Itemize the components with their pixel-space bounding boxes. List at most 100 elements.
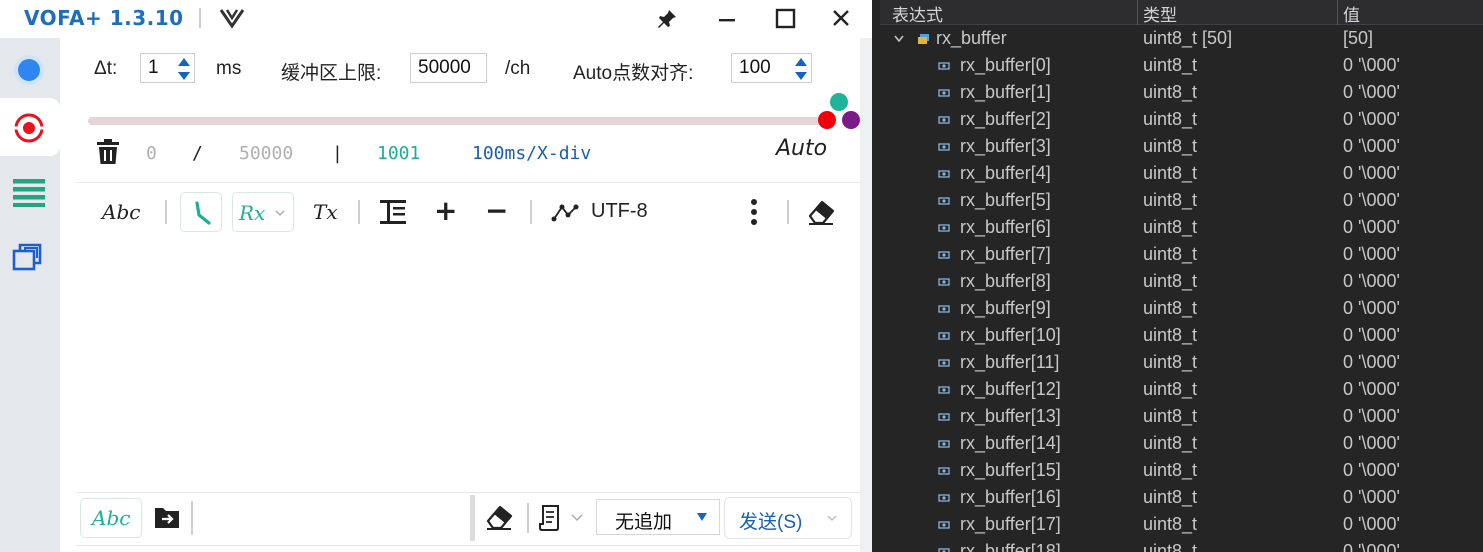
- column-value[interactable]: 值: [1343, 1, 1360, 26]
- count-slash: /: [192, 143, 203, 164]
- channel-dot-red[interactable]: [818, 111, 836, 129]
- watch-row[interactable]: rx_buffer[11] uint8_t 0 '\000': [880, 350, 1483, 377]
- watch-row-value: 0 '\000': [1343, 325, 1400, 345]
- watch-row-value: 0 '\000': [1343, 244, 1400, 264]
- zoom-in-button[interactable]: +: [434, 194, 457, 227]
- watch-row[interactable]: rx_buffer[8] uint8_t 0 '\000': [880, 269, 1483, 296]
- tx-toggle[interactable]: Tx: [313, 200, 338, 224]
- send-bar-separator: [527, 503, 529, 533]
- variable-field-icon: [938, 278, 950, 286]
- expand-chevron-icon[interactable]: [894, 35, 904, 43]
- watch-row-type: uint8_t: [1143, 136, 1198, 156]
- watch-row-value: 0 '\000': [1343, 55, 1400, 75]
- watch-row[interactable]: rx_buffer[3] uint8_t 0 '\000': [880, 134, 1483, 161]
- sidebar-item-connection[interactable]: [0, 40, 60, 98]
- app-title: VOFA+ 1.3.10: [24, 6, 184, 30]
- watch-row-name: rx_buffer[16]: [960, 487, 1061, 507]
- rx-toggle[interactable]: Rx: [232, 192, 294, 232]
- watch-row-type: uint8_t: [1143, 460, 1198, 480]
- watch-row[interactable]: rx_buffer[12] uint8_t 0 '\000': [880, 377, 1483, 404]
- encoding-icon[interactable]: [551, 200, 579, 224]
- sidebar-item-protocol[interactable]: [0, 98, 60, 156]
- send-bar-divider: [76, 492, 860, 493]
- more-vertical-icon[interactable]: [748, 197, 760, 227]
- watch-row-value: 0 '\000': [1343, 379, 1400, 399]
- auto-align-spinbox[interactable]: 100: [731, 53, 812, 83]
- zoom-out-button[interactable]: −: [485, 194, 508, 227]
- watch-parent-name: rx_buffer: [936, 28, 1007, 48]
- send-text-input[interactable]: [195, 498, 469, 542]
- buffer-unit: /ch: [505, 58, 531, 79]
- watch-row[interactable]: rx_buffer[0] uint8_t 0 '\000': [880, 53, 1483, 80]
- watch-row[interactable]: rx_buffer[15] uint8_t 0 '\000': [880, 458, 1483, 485]
- timestamp-toggle[interactable]: [180, 192, 222, 232]
- watch-row-name: rx_buffer[2]: [960, 109, 1051, 129]
- points-count[interactable]: 1001: [377, 143, 420, 164]
- vofa-window: VOFA+ 1.3.10 Δt: 1 ms 缓冲区上限: 50000 /ch A…: [0, 0, 872, 552]
- encoding-select[interactable]: UTF-8: [591, 200, 648, 223]
- column-expression[interactable]: 表达式: [892, 1, 943, 26]
- clear-send-eraser-icon[interactable]: [484, 503, 514, 531]
- watch-row[interactable]: rx_buffer[4] uint8_t 0 '\000': [880, 161, 1483, 188]
- watch-row[interactable]: rx_buffer[14] uint8_t 0 '\000': [880, 431, 1483, 458]
- watch-row-name: rx_buffer[13]: [960, 406, 1061, 426]
- column-separator[interactable]: [1137, 0, 1138, 25]
- watch-row-name: rx_buffer[15]: [960, 460, 1061, 480]
- send-format-toggle[interactable]: Abc: [80, 498, 142, 538]
- spin-arrows-icon[interactable]: [177, 56, 191, 82]
- toolbar-separator: [530, 200, 532, 224]
- close-icon[interactable]: [826, 5, 856, 33]
- append-mode-select[interactable]: 无追加: [596, 499, 720, 535]
- watch-row[interactable]: rx_buffer[1] uint8_t 0 '\000': [880, 80, 1483, 107]
- watch-row-name: rx_buffer[5]: [960, 190, 1051, 210]
- watch-row[interactable]: rx_buffer[13] uint8_t 0 '\000': [880, 404, 1483, 431]
- sidebar-item-controls[interactable]: [0, 162, 60, 220]
- sidebar: [0, 38, 60, 552]
- watch-row[interactable]: rx_buffer[6] uint8_t 0 '\000': [880, 215, 1483, 242]
- watch-row[interactable]: rx_buffer[17] uint8_t 0 '\000': [880, 512, 1483, 539]
- auto-button[interactable]: Auto: [776, 136, 827, 161]
- watch-row-type: uint8_t: [1143, 271, 1198, 291]
- watch-row-type: uint8_t: [1143, 379, 1198, 399]
- watch-row-name: rx_buffer[7]: [960, 244, 1051, 264]
- timebase-label[interactable]: 100ms/X-div: [472, 143, 591, 164]
- watch-row-parent[interactable]: rx_buffer uint8_t [50] [50]: [880, 26, 1483, 53]
- variable-struct-icon: [918, 34, 929, 44]
- channel-dot-teal[interactable]: [830, 93, 848, 111]
- variable-field-icon: [938, 467, 950, 475]
- watch-row-name: rx_buffer[8]: [960, 271, 1051, 291]
- send-button[interactable]: 发送(S): [724, 497, 852, 539]
- watch-row[interactable]: rx_buffer[9] uint8_t 0 '\000': [880, 296, 1483, 323]
- pin-icon[interactable]: [652, 5, 682, 33]
- maximize-icon[interactable]: [770, 5, 800, 33]
- column-separator[interactable]: [1337, 0, 1338, 25]
- watch-row-value: 0 '\000': [1343, 271, 1400, 291]
- abc-display-button[interactable]: Abc: [102, 200, 140, 224]
- toolbar-separator: [165, 200, 167, 224]
- sidebar-item-windows[interactable]: [0, 226, 60, 284]
- buffer-slider[interactable]: [88, 117, 834, 125]
- spin-arrows-icon[interactable]: [794, 56, 808, 82]
- dt-spinbox[interactable]: 1: [140, 53, 195, 83]
- watch-row[interactable]: rx_buffer[18] uint8_t 0 '\000': [880, 539, 1483, 552]
- watch-row[interactable]: rx_buffer[7] uint8_t 0 '\000': [880, 242, 1483, 269]
- variable-field-icon: [938, 359, 950, 367]
- send-splitter[interactable]: [470, 495, 475, 541]
- auto-align-label: Auto点数对齐:: [573, 63, 694, 84]
- column-type[interactable]: 类型: [1143, 1, 1177, 26]
- buffer-limit-input[interactable]: 50000: [410, 53, 487, 83]
- command-scroll-icon[interactable]: [538, 504, 562, 532]
- text-wrap-icon[interactable]: [379, 198, 407, 226]
- watch-row[interactable]: rx_buffer[2] uint8_t 0 '\000': [880, 107, 1483, 134]
- trash-icon[interactable]: [96, 139, 120, 165]
- eraser-icon[interactable]: [806, 198, 836, 226]
- minimize-icon[interactable]: [712, 5, 742, 33]
- watch-parent-type: uint8_t [50]: [1143, 28, 1233, 48]
- watch-row[interactable]: rx_buffer[5] uint8_t 0 '\000': [880, 188, 1483, 215]
- send-file-icon[interactable]: [153, 504, 181, 530]
- chevron-down-icon[interactable]: [571, 514, 583, 522]
- channel-dot-purple[interactable]: [842, 111, 860, 129]
- watch-row-value: 0 '\000': [1343, 109, 1400, 129]
- watch-row[interactable]: rx_buffer[16] uint8_t 0 '\000': [880, 485, 1483, 512]
- watch-row[interactable]: rx_buffer[10] uint8_t 0 '\000': [880, 323, 1483, 350]
